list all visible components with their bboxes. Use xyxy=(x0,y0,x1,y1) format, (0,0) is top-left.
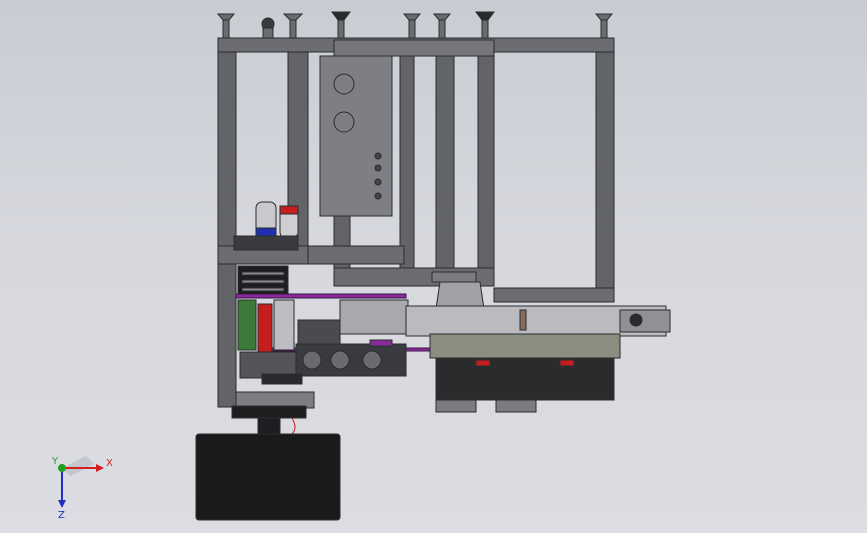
frame-top xyxy=(217,37,615,57)
lower-cabinet xyxy=(435,357,615,413)
base-stand xyxy=(195,391,341,521)
leveling-feet xyxy=(216,11,614,39)
cad-viewport[interactable] xyxy=(0,0,867,533)
mechanism-cluster xyxy=(237,299,409,385)
conveyor xyxy=(405,305,671,359)
z-axis-arrow-icon xyxy=(58,500,66,508)
x-axis-arrow-icon xyxy=(96,464,104,472)
x-axis-label: X xyxy=(106,458,113,469)
machine-assembly xyxy=(195,11,671,521)
y-axis-dot xyxy=(58,464,66,472)
control-box xyxy=(237,265,289,297)
coordinate-triad: X Y Z xyxy=(51,456,113,520)
back-panel xyxy=(319,55,393,217)
filter-regulator xyxy=(233,201,299,251)
y-axis-label: Y xyxy=(51,456,59,467)
z-axis-label: Z xyxy=(58,510,65,520)
